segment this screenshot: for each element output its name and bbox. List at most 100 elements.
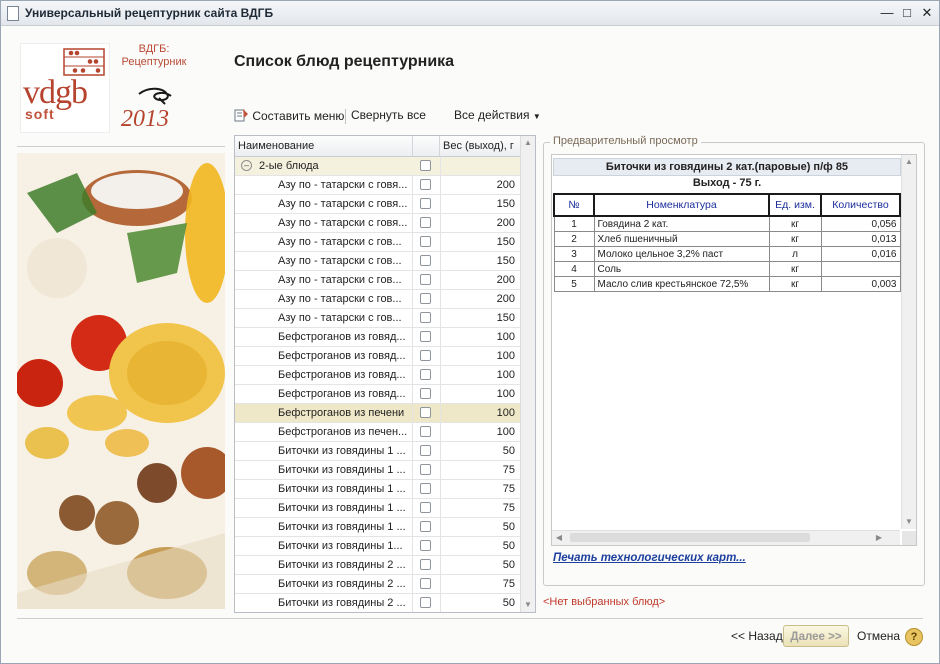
- scroll-down-icon[interactable]: ▼: [521, 598, 535, 612]
- dish-checkbox[interactable]: [420, 426, 431, 437]
- help-icon[interactable]: ?: [905, 628, 923, 646]
- dish-weight: 150: [496, 198, 515, 210]
- ing-col-unit: Ед. изм.: [768, 193, 822, 217]
- dish-checkbox[interactable]: [420, 483, 431, 494]
- dish-name: Азу по - татарски с говя...: [235, 214, 413, 232]
- table-row[interactable]: Биточки из говядины 2 ... 50: [235, 556, 520, 575]
- table-row[interactable]: Азу по - татарски с говя... 200: [235, 214, 520, 233]
- all-actions-label: Все действия: [454, 108, 530, 122]
- dish-checkbox[interactable]: [420, 597, 431, 608]
- dish-checkbox[interactable]: [420, 236, 431, 247]
- table-row[interactable]: Биточки из говядины 1... 50: [235, 537, 520, 556]
- ing-name: Хлеб пшеничный: [593, 231, 770, 247]
- dish-checkbox[interactable]: [420, 179, 431, 190]
- ingredient-row: 5 Масло слив крестьянское 72,5% кг 0,003: [553, 276, 901, 292]
- preview-legend: Предварительный просмотр: [550, 135, 701, 147]
- dishes-grid[interactable]: Наименование Вес (выход), г – 2-ые блюда…: [234, 135, 536, 613]
- table-row[interactable]: Бефстроганов из говяд... 100: [235, 385, 520, 404]
- maximize-button[interactable]: □: [899, 5, 915, 21]
- collapse-all-button[interactable]: Свернуть все: [351, 108, 426, 122]
- table-row[interactable]: Биточки из говядины 1 ... 75: [235, 499, 520, 518]
- dish-name: Бефстроганов из говяд...: [235, 366, 413, 384]
- dish-weight: 100: [496, 350, 515, 362]
- ing-unit: л: [768, 246, 822, 262]
- table-row[interactable]: Биточки из говядины 2 ... 75: [235, 575, 520, 594]
- table-row[interactable]: Азу по - татарски с говя... 150: [235, 195, 520, 214]
- table-row[interactable]: Биточки из говядины 2 ... 50: [235, 594, 520, 612]
- dish-checkbox[interactable]: [420, 464, 431, 475]
- collapse-toggle-icon[interactable]: –: [241, 160, 252, 171]
- table-row[interactable]: Азу по - татарски с гов... 200: [235, 271, 520, 290]
- dish-checkbox[interactable]: [420, 331, 431, 342]
- table-row[interactable]: Бефстроганов из печени 100: [235, 404, 520, 423]
- cancel-button[interactable]: Отмена: [857, 629, 900, 643]
- print-tech-cards-link[interactable]: Печать технологических карт...: [553, 552, 746, 564]
- scroll-up-icon[interactable]: ▲: [902, 155, 916, 169]
- dish-checkbox[interactable]: [420, 274, 431, 285]
- table-row[interactable]: Бефстроганов из печен... 100: [235, 423, 520, 442]
- table-row[interactable]: Бефстроганов из говяд... 100: [235, 347, 520, 366]
- dish-weight: 150: [496, 255, 515, 267]
- grid-scrollbar[interactable]: ▲ ▼: [520, 136, 535, 612]
- dish-checkbox[interactable]: [420, 521, 431, 532]
- back-button[interactable]: << Назад: [731, 629, 783, 643]
- ing-name: Масло слив крестьянское 72,5%: [593, 276, 770, 292]
- dish-checkbox[interactable]: [420, 540, 431, 551]
- table-row[interactable]: Бефстроганов из говяд... 100: [235, 366, 520, 385]
- dish-checkbox[interactable]: [420, 312, 431, 323]
- column-header-name[interactable]: Наименование: [235, 136, 413, 156]
- column-header-weight[interactable]: Вес (выход), г: [440, 136, 520, 156]
- dish-weight: 75: [502, 483, 515, 495]
- table-row[interactable]: Азу по - татарски с гов... 150: [235, 309, 520, 328]
- dish-name: Биточки из говядины 1...: [235, 537, 413, 555]
- dish-name: Биточки из говядины 1 ...: [235, 518, 413, 536]
- dish-name: Азу по - татарски с гов...: [235, 290, 413, 308]
- dish-checkbox[interactable]: [420, 293, 431, 304]
- table-row[interactable]: Биточки из говядины 1 ... 75: [235, 480, 520, 499]
- ing-num: 5: [553, 276, 595, 292]
- preview-vertical-scrollbar[interactable]: ▲ ▼: [901, 155, 916, 529]
- table-row[interactable]: Азу по - татарски с говя... 200: [235, 176, 520, 195]
- dish-checkbox[interactable]: [420, 559, 431, 570]
- dish-name: Биточки из говядины 1 ...: [235, 442, 413, 460]
- table-row[interactable]: Азу по - татарски с гов... 200: [235, 290, 520, 309]
- all-actions-menu[interactable]: Все действия ▼: [454, 108, 541, 122]
- make-menu-button[interactable]: Составить меню: [234, 108, 344, 123]
- dish-checkbox[interactable]: [420, 255, 431, 266]
- table-row[interactable]: Азу по - татарски с гов... 150: [235, 233, 520, 252]
- dish-checkbox[interactable]: [420, 350, 431, 361]
- close-button[interactable]: ✕: [919, 5, 935, 21]
- column-header-check[interactable]: [413, 136, 440, 156]
- dish-name: Азу по - татарски с гов...: [235, 233, 413, 251]
- dish-checkbox[interactable]: [420, 445, 431, 456]
- dish-checkbox[interactable]: [420, 407, 431, 418]
- dish-checkbox[interactable]: [420, 388, 431, 399]
- ing-qty: 0,016: [820, 246, 901, 262]
- scroll-left-icon[interactable]: ◀: [552, 531, 566, 545]
- dish-weight: 50: [502, 540, 515, 552]
- dish-weight: 50: [502, 521, 515, 533]
- dish-checkbox[interactable]: [420, 198, 431, 209]
- scroll-thumb[interactable]: [570, 533, 810, 542]
- dish-checkbox[interactable]: [420, 578, 431, 589]
- table-row[interactable]: Азу по - татарски с гов... 150: [235, 252, 520, 271]
- scroll-down-icon[interactable]: ▼: [902, 515, 916, 529]
- group-row[interactable]: – 2-ые блюда: [235, 157, 520, 176]
- dish-checkbox[interactable]: [420, 369, 431, 380]
- dish-weight: 75: [502, 464, 515, 476]
- next-button[interactable]: Далее >>: [783, 625, 849, 647]
- brand-line-1: ВДГБ:: [138, 43, 170, 55]
- table-row[interactable]: Биточки из говядины 1 ... 50: [235, 518, 520, 537]
- scroll-right-icon[interactable]: ▶: [872, 531, 886, 545]
- scroll-up-icon[interactable]: ▲: [521, 136, 535, 150]
- group-checkbox[interactable]: [420, 160, 431, 171]
- app-window: Универсальный рецептурник сайта ВДГБ — □…: [0, 0, 940, 664]
- no-selected-dishes-status: <Нет выбранных блюд>: [543, 596, 666, 608]
- preview-horizontal-scrollbar[interactable]: ◀ ▶: [552, 530, 900, 545]
- table-row[interactable]: Бефстроганов из говяд... 100: [235, 328, 520, 347]
- table-row[interactable]: Биточки из говядины 1 ... 50: [235, 442, 520, 461]
- dish-checkbox[interactable]: [420, 502, 431, 513]
- minimize-button[interactable]: —: [879, 5, 895, 21]
- table-row[interactable]: Биточки из говядины 1 ... 75: [235, 461, 520, 480]
- dish-checkbox[interactable]: [420, 217, 431, 228]
